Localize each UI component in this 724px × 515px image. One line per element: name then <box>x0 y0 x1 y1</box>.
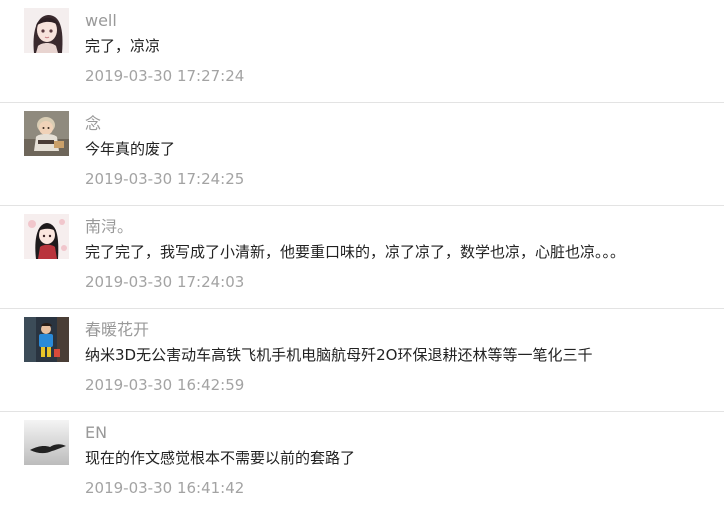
comment-timestamp: 2019-03-30 17:24:03 <box>85 273 245 291</box>
comment-item: 春暖花开 纳米3D无公害动车高铁飞机手机电脑航母歼2O环保退耕还林等等一笔化三千… <box>0 309 724 412</box>
bird-silhouette-avatar-icon[interactable] <box>24 420 69 465</box>
comment-content: 完了完了，我写成了小清新，他要重口味的，凉了凉了，数学也凉，心脏也凉。。。 <box>85 243 626 261</box>
comment-item: well 完了，凉凉 2019-03-30 17:27:24 <box>0 0 724 103</box>
comment-content: 今年真的废了 <box>85 140 176 158</box>
comment-content: 完了，凉凉 <box>85 37 161 55</box>
comment-username[interactable]: 南浔。 <box>85 216 133 238</box>
comment-timestamp: 2019-03-30 17:24:25 <box>85 170 245 188</box>
anime-girl-avatar-icon[interactable] <box>24 8 69 53</box>
comment-list: well 完了，凉凉 2019-03-30 17:27:24 念 今年真的废了 … <box>0 0 724 513</box>
comment-content: 纳米3D无公害动车高铁飞机手机电脑航母歼2O环保退耕还林等等一笔化三千 <box>85 346 593 364</box>
comment-username[interactable]: 春暖花开 <box>85 319 149 341</box>
comment-username[interactable]: 念 <box>85 113 101 135</box>
comment-username[interactable]: well <box>85 10 117 32</box>
comment-timestamp: 2019-03-30 16:41:42 <box>85 479 245 497</box>
comment-content: 现在的作文感觉根本不需要以前的套路了 <box>85 449 356 467</box>
comment-item: 念 今年真的废了 2019-03-30 17:24:25 <box>0 103 724 206</box>
baby-photo-avatar-icon[interactable] <box>24 111 69 156</box>
comment-username[interactable]: EN <box>85 422 107 444</box>
illustrated-girl-avatar-icon[interactable] <box>24 214 69 259</box>
comment-timestamp: 2019-03-30 17:27:24 <box>85 67 245 85</box>
comment-timestamp: 2019-03-30 16:42:59 <box>85 376 245 394</box>
comment-item: 南浔。 完了完了，我写成了小清新，他要重口味的，凉了凉了，数学也凉，心脏也凉。。… <box>0 206 724 309</box>
child-photo-avatar-icon[interactable] <box>24 317 69 362</box>
comment-item: EN 现在的作文感觉根本不需要以前的套路了 2019-03-30 16:41:4… <box>0 412 724 515</box>
